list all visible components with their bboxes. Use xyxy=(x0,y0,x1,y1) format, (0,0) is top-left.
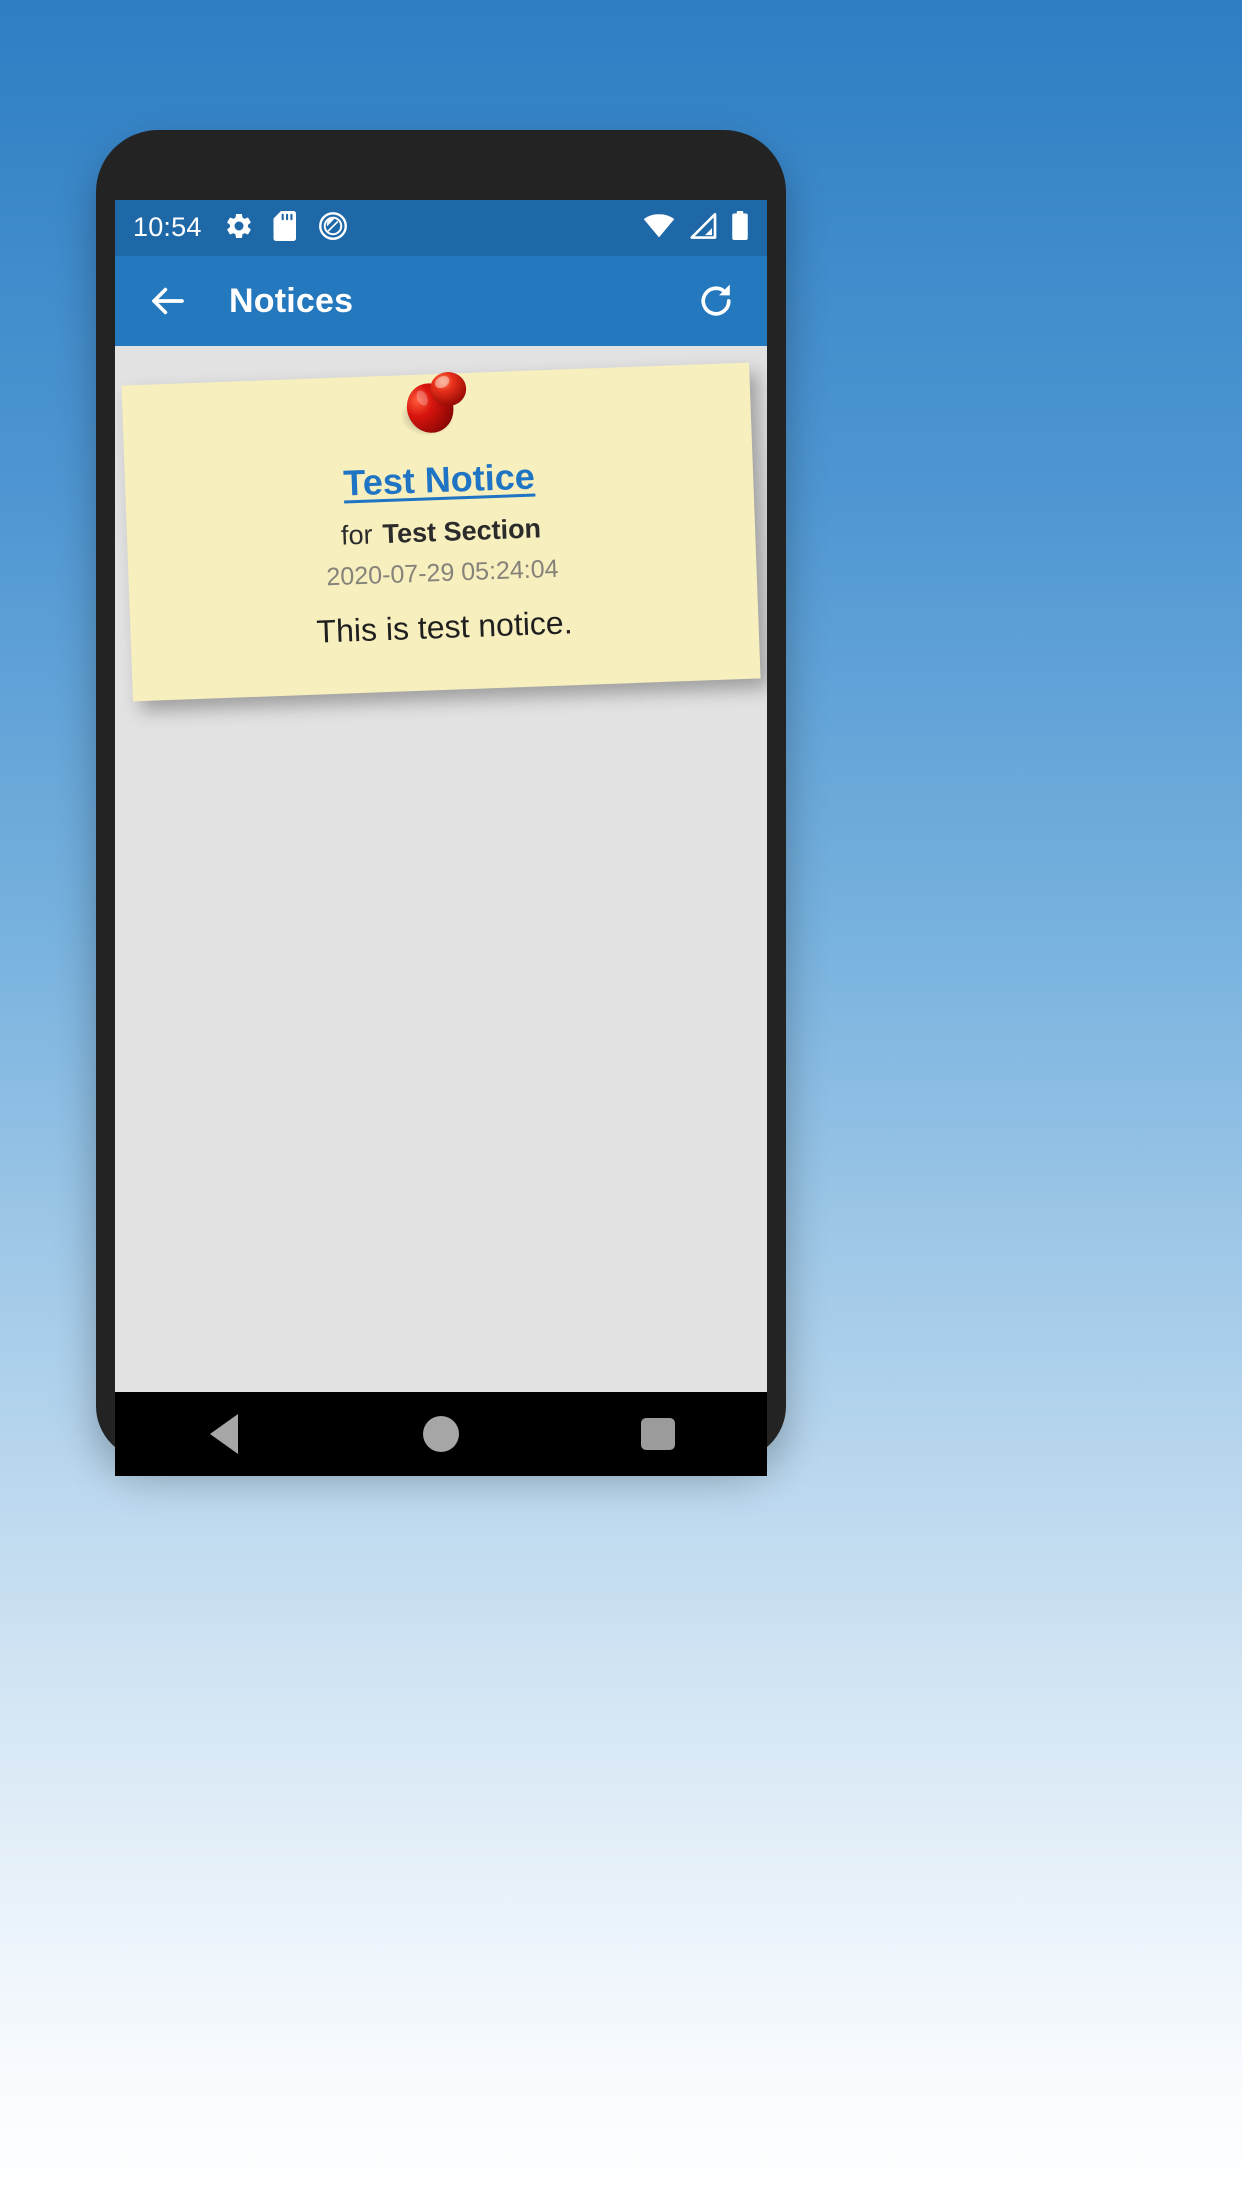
page-title: Notices xyxy=(229,281,354,320)
phone-screen: 10:54 Notices Test Notice for Test Secti… xyxy=(115,200,767,1392)
nav-back-button[interactable] xyxy=(169,1399,279,1469)
refresh-icon xyxy=(701,284,731,316)
notice-card[interactable]: Test Notice for Test Section 2020-07-29 0… xyxy=(121,362,761,702)
circle-home-icon xyxy=(422,1416,459,1452)
triangle-back-icon xyxy=(209,1414,238,1454)
android-nav-bar xyxy=(115,1392,767,1476)
status-bar-right-icons xyxy=(643,210,753,246)
app-bar: Notices xyxy=(115,256,767,346)
arrow-left-icon xyxy=(152,287,184,315)
square-recents-icon xyxy=(641,1418,676,1450)
notice-body-text: This is test notice. xyxy=(315,604,574,650)
phone-frame: 10:54 Notices Test Notice for Test Secti… xyxy=(96,130,786,1476)
status-bar-clock: 10:54 xyxy=(133,211,202,242)
sd-card-icon xyxy=(272,210,300,246)
gear-icon xyxy=(224,211,254,246)
notice-for-label: for xyxy=(340,519,374,551)
do-not-disturb-icon xyxy=(318,211,348,246)
notice-title-link[interactable]: Test Notice xyxy=(343,456,536,504)
notice-section-line: for Test Section xyxy=(161,507,722,557)
notice-timestamp: 2020-07-29 05:24:04 xyxy=(325,555,560,592)
pushpin-icon xyxy=(396,358,478,442)
status-bar-left-icons xyxy=(224,210,348,246)
nav-recents-button[interactable] xyxy=(603,1399,713,1469)
notice-section-name: Test Section xyxy=(381,512,542,549)
back-button[interactable] xyxy=(139,272,197,330)
notice-item[interactable]: Test Notice for Test Section 2020-07-29 0… xyxy=(121,362,761,702)
battery-icon xyxy=(731,210,749,246)
nav-home-button[interactable] xyxy=(386,1399,496,1469)
status-bar: 10:54 xyxy=(115,200,767,256)
cell-signal-icon xyxy=(688,212,718,245)
wifi-icon xyxy=(643,213,675,244)
notice-list: Test Notice for Test Section 2020-07-29 0… xyxy=(115,346,767,1392)
refresh-button[interactable] xyxy=(687,272,745,330)
